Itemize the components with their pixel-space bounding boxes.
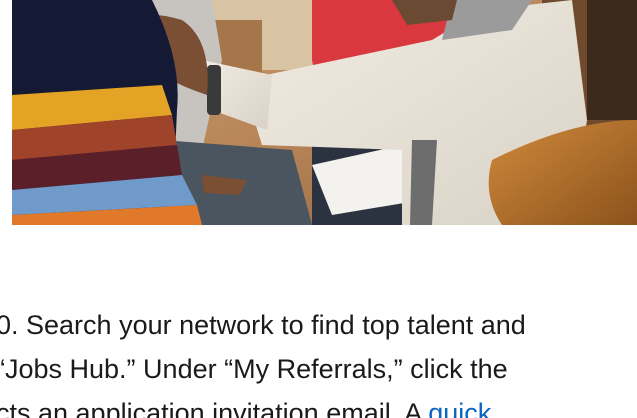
article-line-3: cts an application invitation email. A q… (0, 391, 637, 418)
article-line-1: 0. Search your network to find top talen… (0, 310, 526, 340)
hero-image (12, 0, 637, 225)
article-line-2: “Jobs Hub.” Under “My Referrals,” click … (0, 354, 508, 384)
article-page: 0. Search your network to find top talen… (0, 0, 637, 418)
quick-link[interactable]: quick (428, 398, 491, 418)
hero-photo-illustration (12, 0, 637, 225)
article-line-3-text: cts an application invitation email. A (0, 398, 429, 418)
article-paragraph: 0. Search your network to find top talen… (0, 303, 637, 418)
